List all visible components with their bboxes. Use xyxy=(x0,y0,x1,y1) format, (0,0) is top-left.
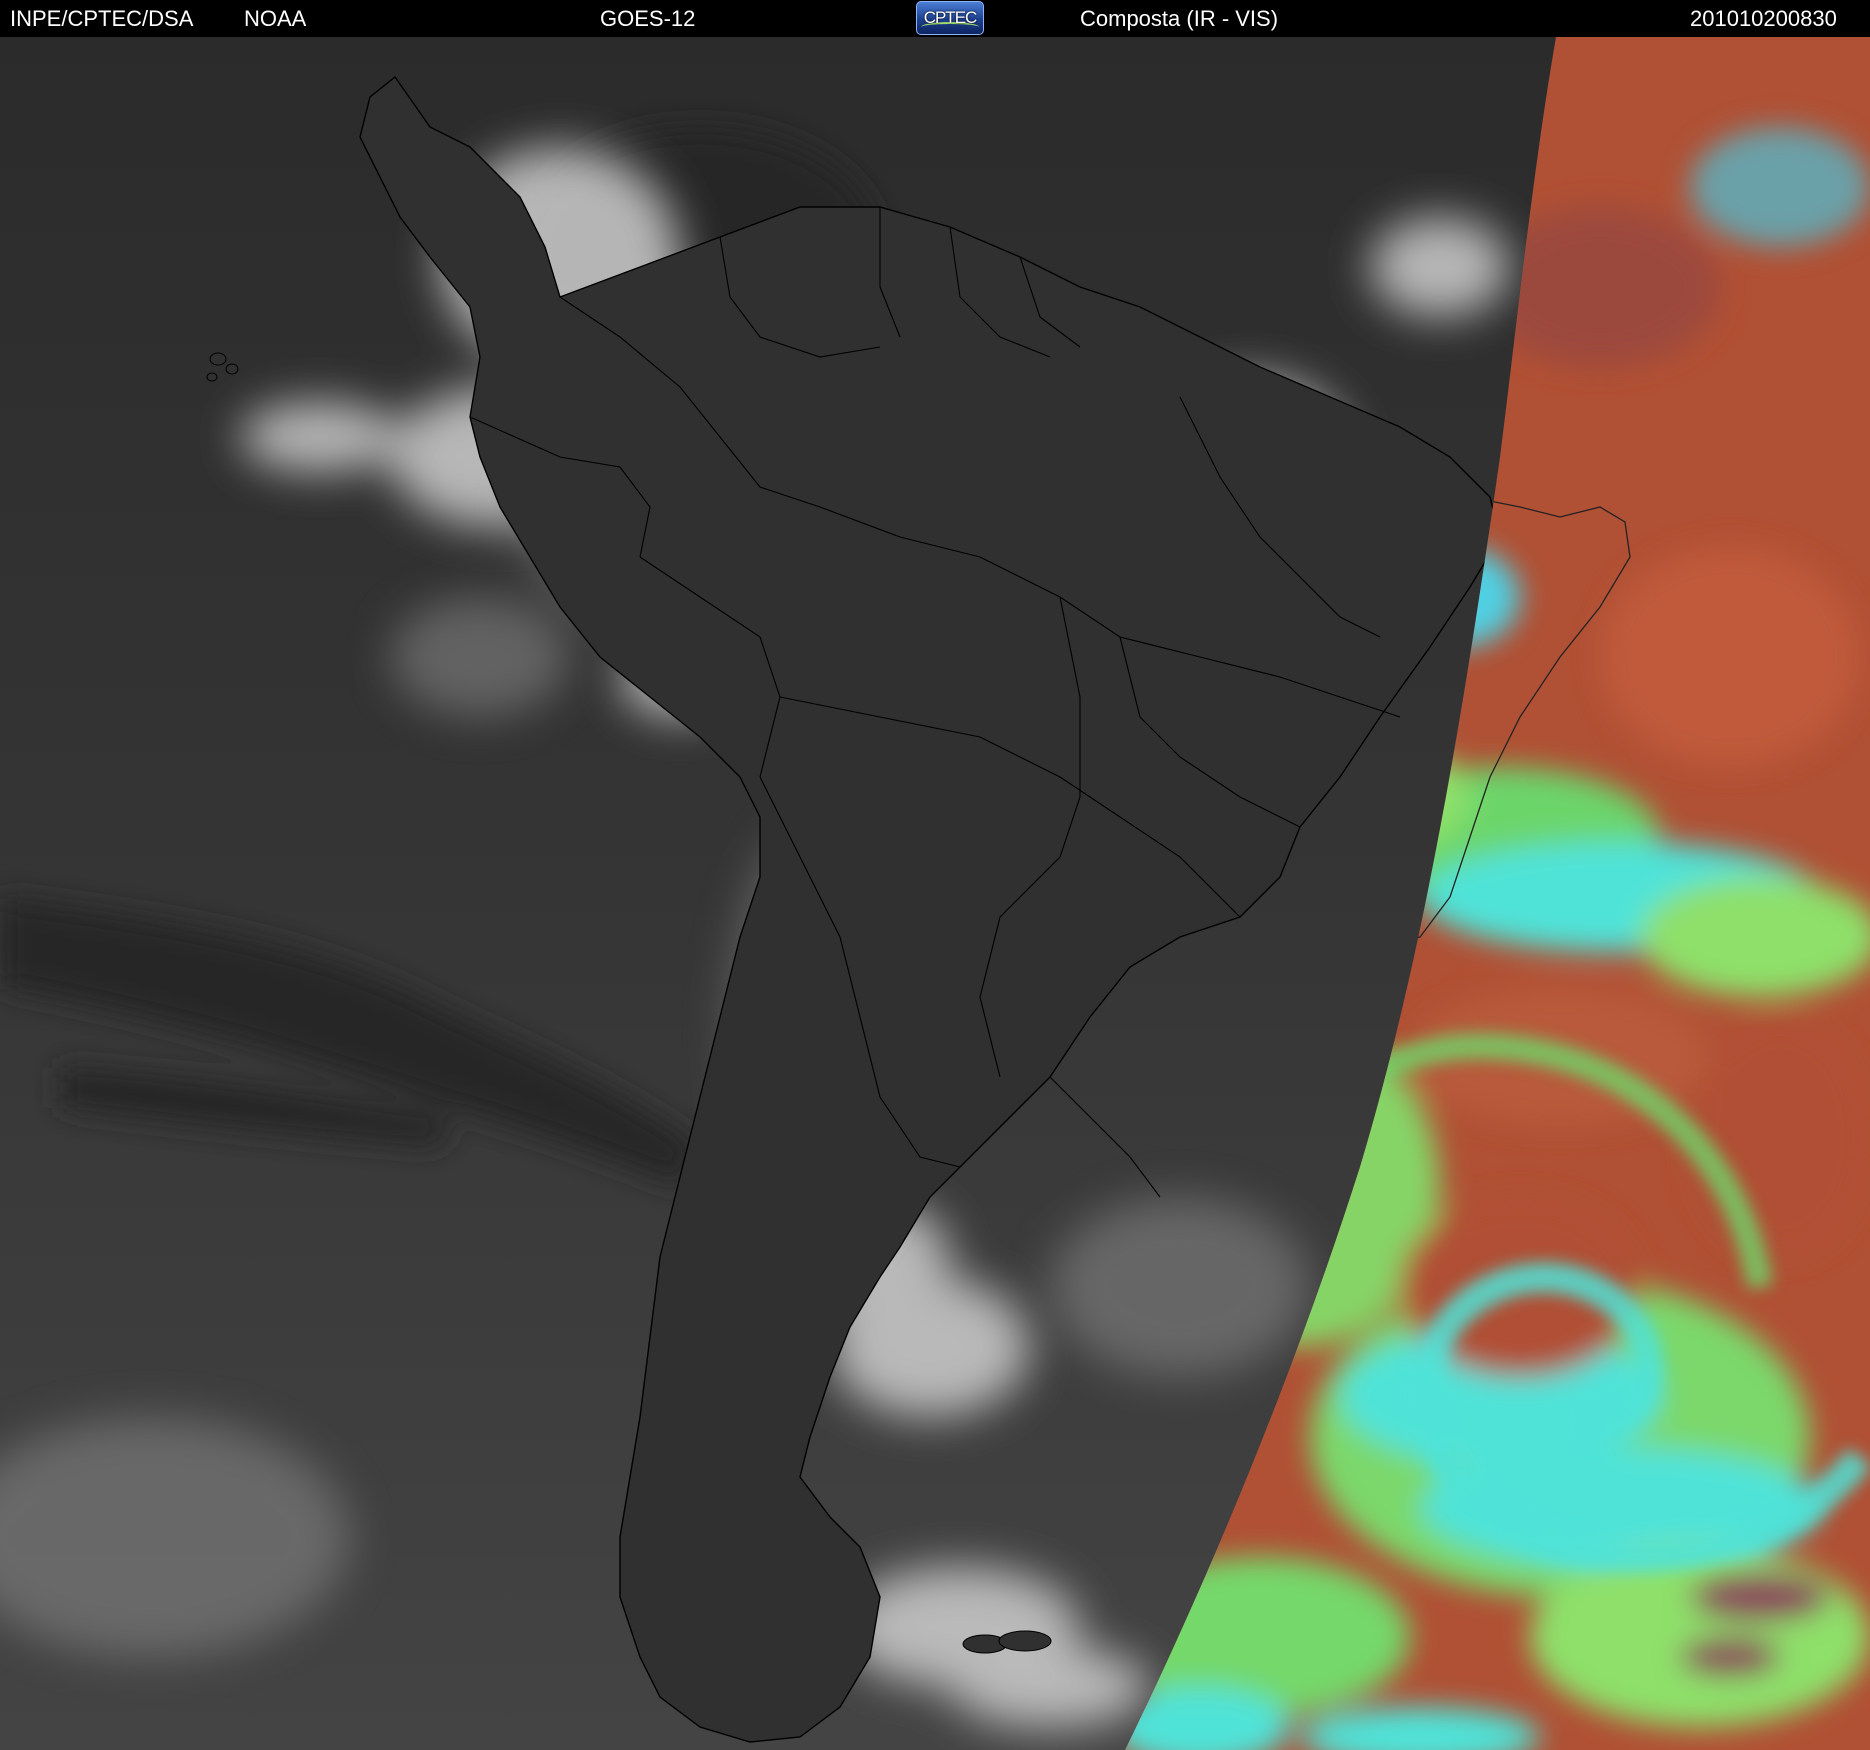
agency-label: NOAA xyxy=(244,6,307,31)
cptec-logo: CPTEC xyxy=(916,1,984,35)
imagery-canvas xyxy=(0,37,1870,1750)
timestamp-label: 201010200830 xyxy=(1690,6,1837,31)
satellite-imagery xyxy=(0,37,1870,1750)
satellite-label: GOES-12 xyxy=(600,6,696,31)
logo-text: CPTEC xyxy=(923,8,978,27)
organization-label: INPE/CPTEC/DSA xyxy=(10,6,194,31)
product-label: Composta (IR - VIS) xyxy=(1080,6,1279,31)
header-bar: INPE/CPTEC/DSA NOAA GOES-12 CPTEC Compos… xyxy=(0,0,1870,37)
satellite-image-viewer: INPE/CPTEC/DSA NOAA GOES-12 CPTEC Compos… xyxy=(0,0,1870,1750)
